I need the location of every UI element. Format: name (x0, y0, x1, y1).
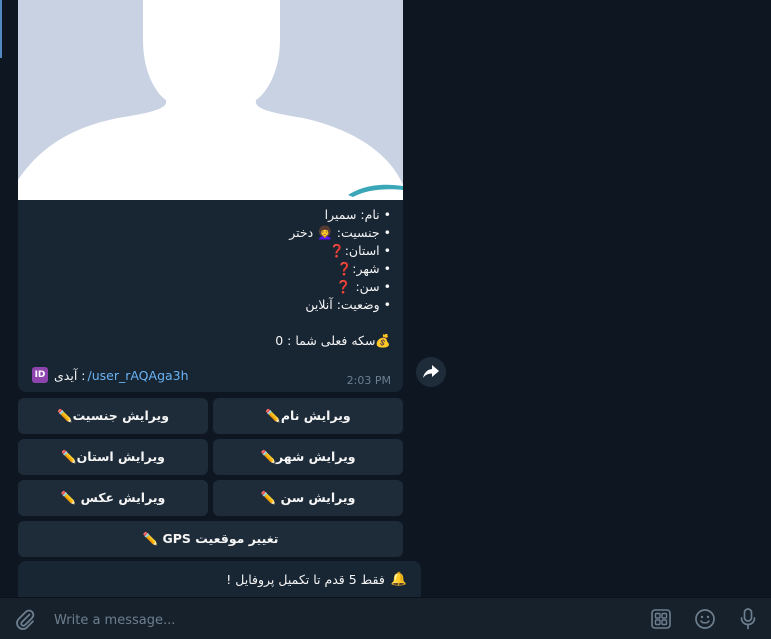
message-time: 2:03 PM (346, 374, 391, 387)
keyboard-row: ویرایش جنسیت✏️ ویرایش نام✏️ (18, 398, 403, 434)
notice-text: فقط 5 قدم تا تکمیل پروفایل ! (226, 571, 385, 587)
default-avatar-silhouette (18, 0, 403, 200)
microphone-icon[interactable] (737, 607, 759, 635)
keyboard-row: تغییر موقعیت GPS ✏️ (18, 521, 403, 557)
id-badge-icon: ID (32, 367, 48, 383)
edit-photo-button[interactable]: ویرایش عکس ✏️ (18, 480, 208, 516)
message-composer (0, 597, 771, 639)
caption-name-line: • نام: سمیرا (324, 207, 391, 222)
edit-province-button[interactable]: ویرایش استان✏️ (18, 439, 208, 475)
inline-keyboard: ویرایش جنسیت✏️ ویرایش نام✏️ ویرایش استان… (18, 398, 403, 562)
emoji-icon[interactable] (694, 608, 716, 634)
profile-message-bubble: • نام: سمیرا • جنسیت: 👩‍🦱 دختر • استان:❓… (18, 0, 403, 392)
coins-line: 💰سکه فعلی شما : 0 (275, 333, 391, 348)
chat-area[interactable]: • نام: سمیرا • جنسیت: 👩‍🦱 دختر • استان:❓… (0, 0, 771, 597)
keyboard-row: ویرایش استان✏️ ویرایش شهر✏️ (18, 439, 403, 475)
forward-button[interactable] (416, 357, 446, 387)
profile-completion-notice: 🔔 فقط 5 قدم تا تکمیل پروفایل ! (18, 561, 421, 597)
edit-city-button[interactable]: ویرایش شهر✏️ (213, 439, 403, 475)
caption-city-line: • شهر:❓ (336, 261, 391, 276)
message-input[interactable] (54, 610, 614, 630)
profile-photo[interactable] (18, 0, 403, 200)
profile-caption: • نام: سمیرا • جنسیت: 👩‍🦱 دختر • استان:❓… (31, 206, 391, 350)
edit-gender-button[interactable]: ویرایش جنسیت✏️ (18, 398, 208, 434)
bot-commands-icon[interactable] (650, 608, 672, 634)
edit-age-button[interactable]: ویرایش سن ✏️ (213, 480, 403, 516)
caption-age-line: • سن: ❓ (335, 279, 391, 294)
change-gps-location-button[interactable]: تغییر موقعیت GPS ✏️ (18, 521, 403, 557)
forward-arrow-icon (423, 365, 439, 378)
keyboard-row: ویرایش عکس ✏️ ویرایش سن ✏️ (18, 480, 403, 516)
id-label: : آیدی (54, 367, 86, 383)
bell-icon: 🔔 (390, 571, 407, 587)
user-id-link[interactable]: /user_rAQAga3h (87, 368, 188, 383)
caption-gender-line: • جنسیت: 👩‍🦱 دختر (289, 225, 391, 240)
caption-status-line: • وضعیت: آنلاین (305, 297, 391, 312)
edit-name-button[interactable]: ویرایش نام✏️ (213, 398, 403, 434)
caption-province-line: • استان:❓ (329, 243, 391, 258)
user-id-row: ID : آیدی /user_rAQAga3h (32, 367, 189, 383)
paperclip-icon[interactable] (14, 608, 36, 634)
